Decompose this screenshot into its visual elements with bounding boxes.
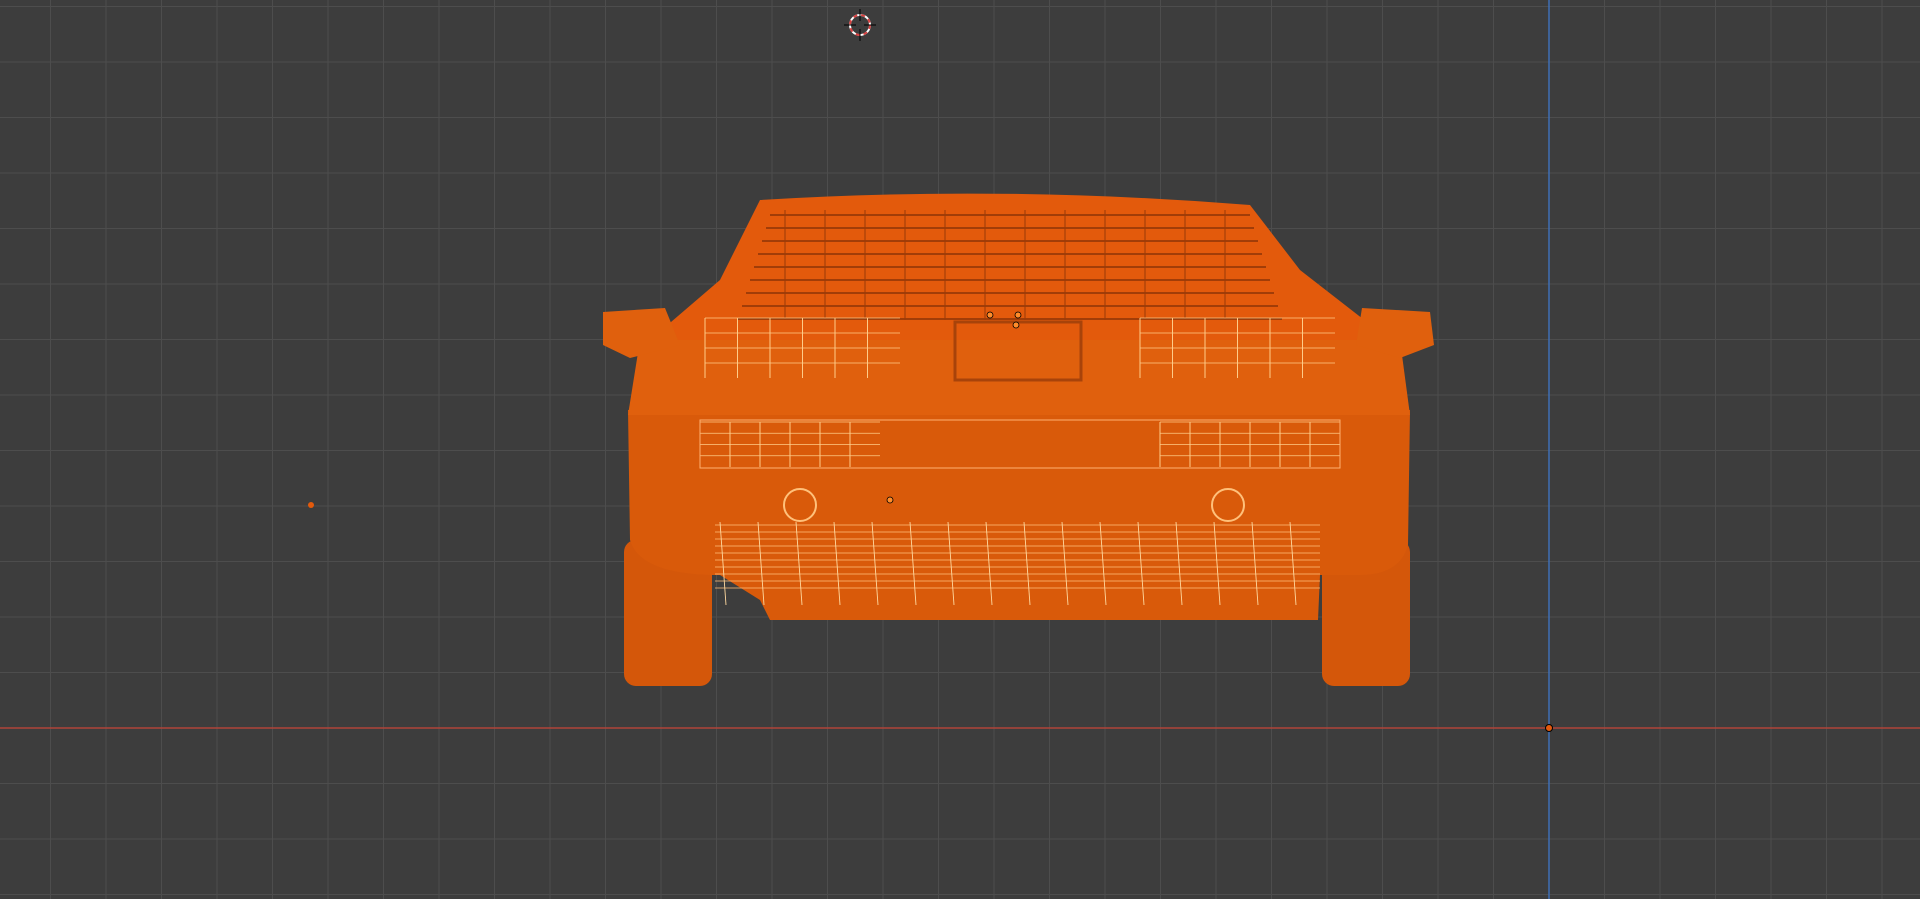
3d-cursor-icon[interactable] (844, 9, 876, 41)
object-origin-icon[interactable] (308, 502, 314, 508)
car-model[interactable] (603, 193, 1434, 686)
rear-bumper (628, 410, 1410, 620)
object-origin-icon[interactable] (1012, 321, 1020, 329)
rear-panel (628, 340, 1410, 415)
3d-viewport[interactable] (0, 0, 1920, 899)
object-origin-icon[interactable] (1014, 311, 1022, 319)
object-origin-icon[interactable] (886, 496, 894, 504)
viewport-canvas[interactable] (0, 0, 1920, 899)
object-origin-icon[interactable] (986, 311, 994, 319)
object-origin-icon[interactable] (1545, 724, 1553, 732)
